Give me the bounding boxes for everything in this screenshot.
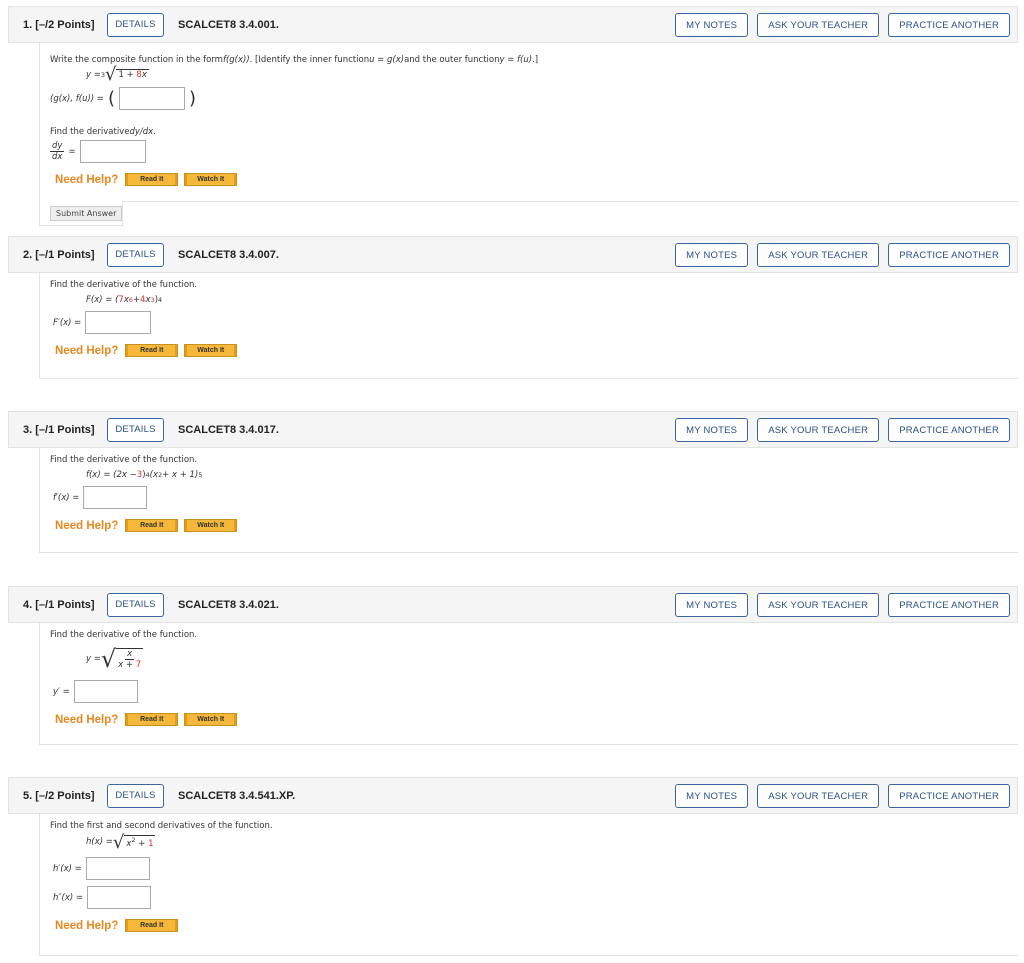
ask-teacher-button[interactable]: ASK YOUR TEACHER — [757, 593, 880, 617]
function-expression: f(x) = (2x − 3) 4 (x 2 + x + 1) 5 — [86, 469, 203, 480]
first-derivative-input[interactable] — [85, 857, 150, 880]
question-header: 4. [–/1 Points] DETAILS SCALCET8 3.4.021… — [8, 586, 1018, 623]
read-it-button[interactable]: Read It — [125, 344, 179, 357]
equals: = — [68, 146, 76, 157]
practice-another-button[interactable]: PRACTICE ANOTHER — [888, 13, 1010, 37]
question-code: SCALCET8 3.4.017. — [178, 423, 279, 436]
prompt: Find the derivative of the function. — [50, 629, 198, 640]
answer-label: (g(x), f(u)) = — [50, 93, 104, 104]
question-header: 1. [–/2 Points] DETAILS SCALCET8 3.4.001… — [8, 6, 1018, 43]
need-help: Need Help? Read It — [55, 919, 1018, 932]
details-button[interactable]: DETAILS — [107, 12, 164, 37]
derivative-answer-input[interactable] — [73, 680, 138, 703]
question-3: 3. [–/1 Points] DETAILS SCALCET8 3.4.017… — [8, 411, 1018, 553]
question-number: 5. [–/2 Points] — [23, 789, 95, 802]
question-number: 3. [–/1 Points] — [23, 423, 95, 436]
read-it-button[interactable]: Read It — [125, 919, 179, 932]
question-code: SCALCET8 3.4.021. — [178, 598, 279, 611]
question-number: 4. [–/1 Points] — [23, 598, 95, 611]
question-5: 5. [–/2 Points] DETAILS SCALCET8 3.4.541… — [8, 777, 1018, 956]
prompt: Write the composite function in the form… — [50, 54, 539, 65]
watch-it-button[interactable]: Watch It — [184, 173, 238, 186]
submit-answer-button[interactable]: Submit Answer — [50, 206, 123, 221]
practice-another-button[interactable]: PRACTICE ANOTHER — [888, 418, 1010, 442]
answer-label: y′ = — [53, 686, 70, 697]
derivative-answer-input[interactable] — [79, 140, 146, 163]
read-it-button[interactable]: Read It — [125, 173, 179, 186]
question-code: SCALCET8 3.4.001. — [178, 18, 279, 31]
find-derivative-prompt: Find the derivative dy/dx. — [50, 126, 156, 137]
derivative-answer-input[interactable] — [83, 486, 148, 509]
prompt: Find the first and second derivatives of… — [50, 820, 273, 831]
composite-answer-input[interactable] — [118, 87, 185, 110]
function-expression: h(x) = √ x2 + 1 — [86, 831, 156, 853]
practice-another-button[interactable]: PRACTICE ANOTHER — [888, 593, 1010, 617]
need-help: Need Help? Read It Watch It — [55, 519, 1018, 532]
question-code: SCALCET8 3.4.007. — [178, 248, 279, 261]
question-header: 3. [–/1 Points] DETAILS SCALCET8 3.4.017… — [8, 411, 1018, 448]
my-notes-button[interactable]: MY NOTES — [675, 784, 749, 808]
first-derivative-label: h′(x) = — [53, 863, 82, 874]
my-notes-button[interactable]: MY NOTES — [675, 13, 749, 37]
derivative-answer-input[interactable] — [85, 311, 152, 334]
question-2: 2. [–/1 Points] DETAILS SCALCET8 3.4.007… — [8, 236, 1018, 379]
watch-it-button[interactable]: Watch It — [184, 713, 238, 726]
ask-teacher-button[interactable]: ASK YOUR TEACHER — [757, 418, 880, 442]
function-expression: y = √ x x + 7 — [86, 645, 144, 673]
watch-it-button[interactable]: Watch It — [184, 344, 238, 357]
prompt: Find the derivative of the function. — [50, 454, 198, 465]
need-help: Need Help? Read It Watch It — [55, 344, 1018, 357]
details-button[interactable]: DETAILS — [107, 417, 164, 442]
function-expression: F(x) = (7 x 6 + 4 x 3) 4 — [86, 294, 163, 305]
question-number: 2. [–/1 Points] — [23, 248, 95, 261]
practice-another-button[interactable]: PRACTICE ANOTHER — [888, 784, 1010, 808]
question-header: 2. [–/1 Points] DETAILS SCALCET8 3.4.007… — [8, 236, 1018, 273]
ask-teacher-button[interactable]: ASK YOUR TEACHER — [757, 784, 880, 808]
read-it-button[interactable]: Read It — [125, 713, 179, 726]
question-number: 1. [–/2 Points] — [23, 18, 95, 31]
function-expression: y = 3 √ 1 + 8x — [86, 64, 149, 85]
ask-teacher-button[interactable]: ASK YOUR TEACHER — [757, 13, 880, 37]
my-notes-button[interactable]: MY NOTES — [675, 418, 749, 442]
question-4: 4. [–/1 Points] DETAILS SCALCET8 3.4.021… — [8, 586, 1018, 745]
question-code: SCALCET8 3.4.541.XP. — [178, 789, 296, 802]
read-it-button[interactable]: Read It — [125, 519, 179, 532]
dy-dx-label: dy dx — [50, 141, 65, 162]
practice-another-button[interactable]: PRACTICE ANOTHER — [888, 243, 1010, 267]
details-button[interactable]: DETAILS — [107, 592, 164, 617]
second-derivative-input[interactable] — [87, 886, 152, 909]
details-button[interactable]: DETAILS — [107, 783, 164, 808]
prompt: Find the derivative of the function. — [50, 279, 198, 290]
answer-label: F′(x) = — [53, 317, 82, 328]
question-header: 5. [–/2 Points] DETAILS SCALCET8 3.4.541… — [8, 777, 1018, 814]
need-help: Need Help? Read It Watch It — [55, 713, 1018, 726]
question-1: 1. [–/2 Points] DETAILS SCALCET8 3.4.001… — [8, 6, 1018, 226]
my-notes-button[interactable]: MY NOTES — [675, 593, 749, 617]
ask-teacher-button[interactable]: ASK YOUR TEACHER — [757, 243, 880, 267]
need-help: Need Help? Read It Watch It — [55, 173, 1018, 186]
details-button[interactable]: DETAILS — [107, 242, 164, 267]
answer-label: f′(x) = — [53, 492, 80, 503]
second-derivative-label: h″(x) = — [53, 892, 84, 903]
watch-it-button[interactable]: Watch It — [184, 519, 238, 532]
my-notes-button[interactable]: MY NOTES — [675, 243, 749, 267]
